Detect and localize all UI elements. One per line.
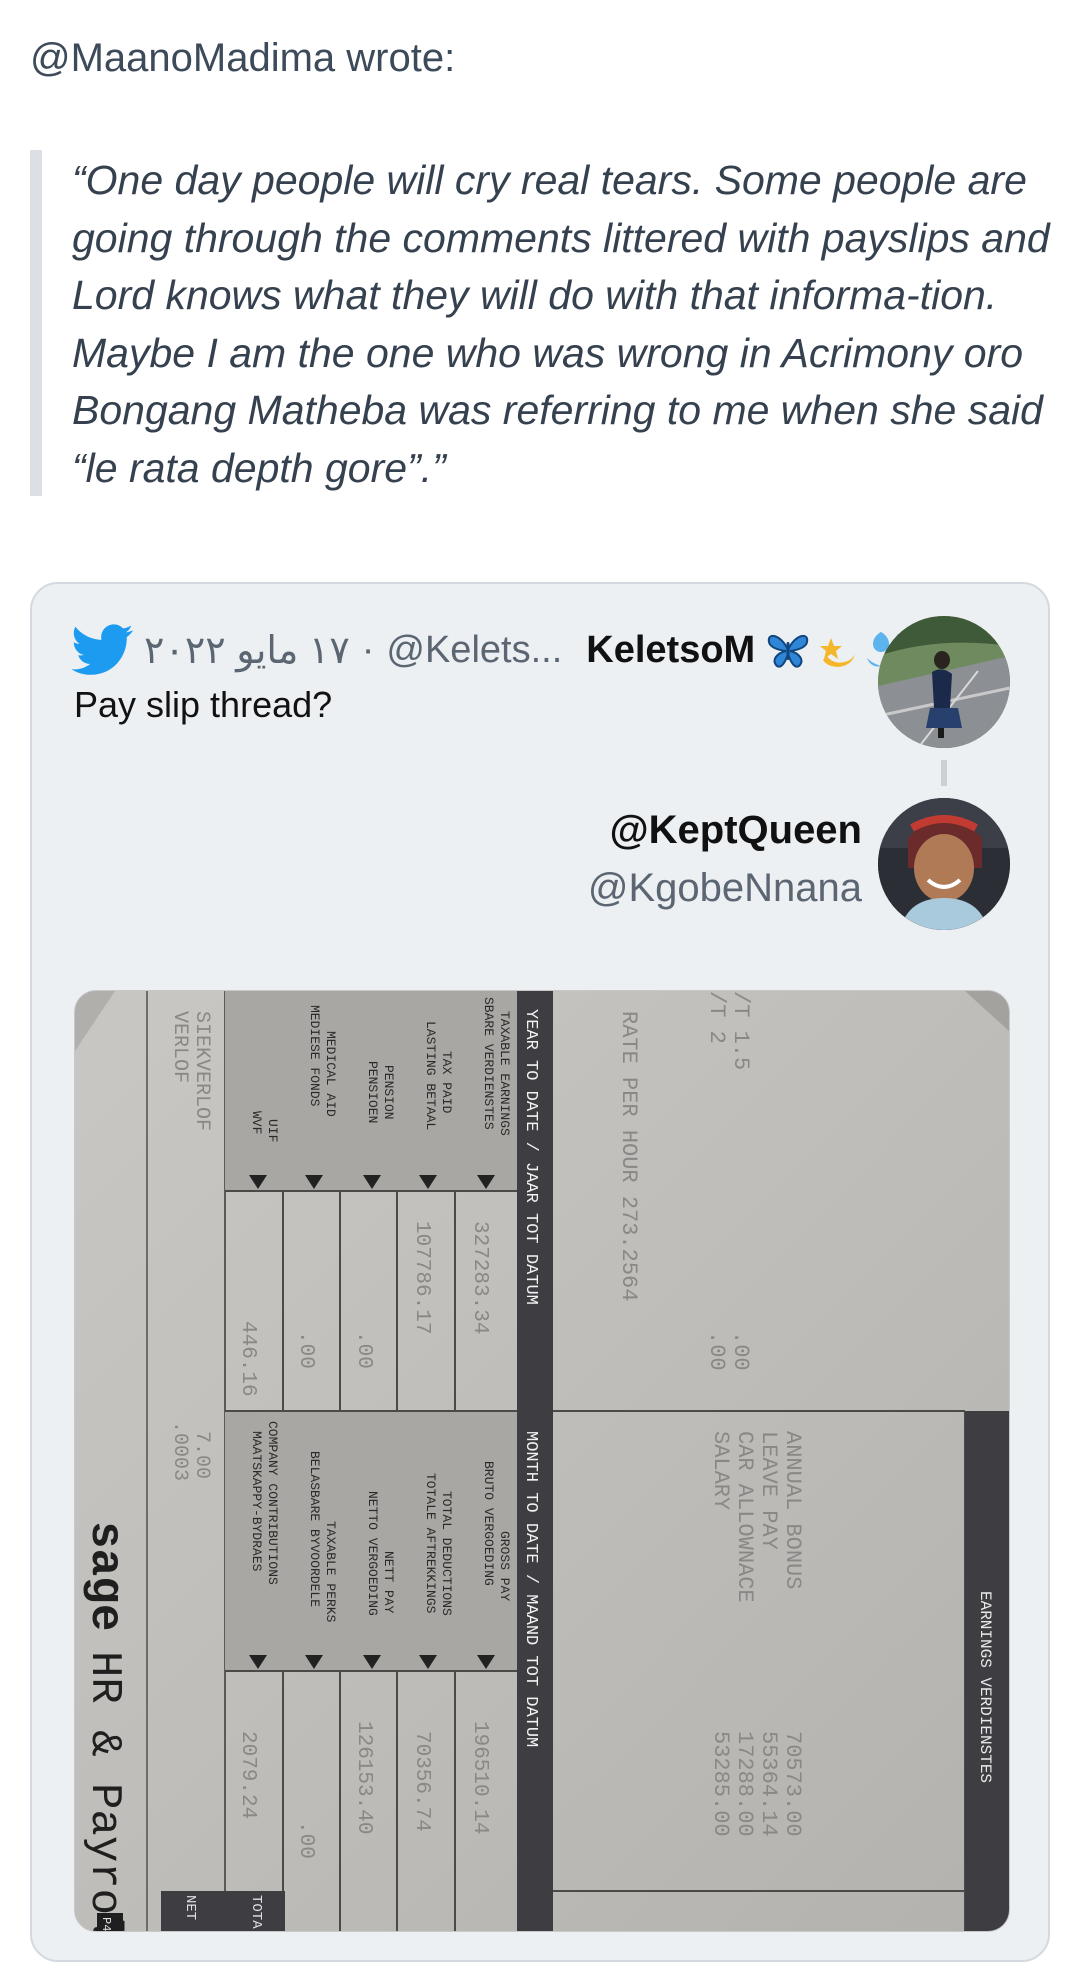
- mtd-label: BRUTO VERGOEDING: [481, 1461, 496, 1586]
- butterfly-icon: [768, 634, 809, 668]
- thread-connector: [941, 760, 947, 786]
- ytd-label: PENSIOEN: [365, 1061, 380, 1123]
- mtd-value: 196510.14: [468, 1721, 491, 1834]
- ytd-value: .00: [352, 1331, 375, 1369]
- quote-text: “One day people will cry real tears. Som…: [72, 157, 1050, 491]
- reply-handle[interactable]: @KgobeNnana: [588, 866, 862, 911]
- sick-leave-label: SIEKVERLOF: [190, 1011, 213, 1131]
- ytd-label: WVF: [249, 1111, 264, 1134]
- sage-logo: sage: [79, 1521, 131, 1631]
- ot-value-1: .00: [728, 1331, 753, 1371]
- earning-value: 17288.00: [732, 1731, 757, 1837]
- ytd-label: TAXABLE EARNINGS: [497, 1011, 512, 1136]
- earnings-header: EARNINGS VERDIENSTES: [976, 1591, 994, 1783]
- sage-logo-rest: HR & Payroll: [79, 1651, 129, 1931]
- reply-avatar[interactable]: [878, 798, 1010, 930]
- author-avatar[interactable]: [878, 616, 1010, 748]
- avatar-photo: [878, 798, 1010, 930]
- ytd-value: 327283.34: [468, 1221, 491, 1334]
- mtd-label: BELASBARE BYVOORDELE: [307, 1451, 322, 1607]
- ytd-label: PENSION: [381, 1065, 396, 1120]
- ot-value-2: .00: [704, 1331, 729, 1371]
- ytd-header: YEAR TO DATE / JAAR TOT DATUM: [521, 1009, 540, 1305]
- ytd-label: TAX PAID: [439, 1051, 454, 1114]
- p4-badge: P4: [99, 1917, 113, 1931]
- dizzy-star-icon: [820, 638, 856, 667]
- payslip-image: YEAR TO DATE / JAAR TOT DATUM MONTH TO D…: [75, 991, 1009, 1931]
- mtd-header: MONTH TO DATE / MAAND TOT DATUM: [521, 1431, 540, 1747]
- author-name[interactable]: KeletsoM: [586, 629, 755, 672]
- ytd-label: SBARE VERDIENSTES: [481, 997, 496, 1130]
- author-handle[interactable]: @Kelets...: [386, 629, 562, 672]
- ot-2: /T 2: [704, 991, 729, 1044]
- earning-value: 55364.14: [756, 1731, 781, 1837]
- blockquote: “One day people will cry real tears. Som…: [30, 150, 1050, 496]
- mtd-label: TOTAL DEDUCTIONS: [439, 1491, 454, 1616]
- mtd-value: 2079.24: [236, 1731, 259, 1819]
- ytd-label: MEDIESE FONDS: [307, 1005, 322, 1107]
- mtd-value: 126153.40: [352, 1721, 375, 1834]
- ytd-label: LASTING BETAAL: [423, 1021, 438, 1130]
- net-label: NET: [182, 1895, 198, 1920]
- ytd-value: 446.16: [236, 1321, 259, 1397]
- separator-dot: ·: [361, 628, 375, 671]
- tweet-date[interactable]: ١٧ مايو ٢٠٢٢: [144, 628, 350, 673]
- earning-label: CAR ALLOWNACE: [732, 1431, 757, 1603]
- quote-author-line: @MaanoMadima wrote:: [30, 36, 456, 80]
- ytd-value: .00: [294, 1331, 317, 1369]
- reply-name[interactable]: @KeptQueen: [610, 808, 862, 853]
- mtd-label: COMPANY CONTRIBUTIONS: [265, 1421, 280, 1585]
- avatar-photo: [878, 616, 1010, 748]
- ytd-label: MEDICAL AID: [323, 1031, 338, 1117]
- sick-leave-value: .0003: [168, 1421, 191, 1481]
- earning-label: LEAVE PAY: [756, 1431, 781, 1550]
- embedded-tweet-card[interactable]: ١٧ مايو ٢٠٢٢ · @Kelets... KeletsoM Pay s…: [30, 582, 1050, 1962]
- mtd-label: TAXABLE PERKS: [323, 1521, 338, 1623]
- mtd-label: NETT PAY: [381, 1551, 396, 1614]
- payslip-photo[interactable]: YEAR TO DATE / JAAR TOT DATUM MONTH TO D…: [74, 990, 1010, 1932]
- mtd-label: NETTO VERGOEDING: [365, 1491, 380, 1616]
- mtd-value: .00: [294, 1821, 317, 1859]
- mtd-label: GROSS PAY: [497, 1531, 512, 1601]
- ytd-value: 107786.17: [410, 1221, 433, 1334]
- earning-value: 53285.00: [708, 1731, 733, 1837]
- ot-1: /T 1.5: [728, 991, 753, 1070]
- tot-label: TOTA: [248, 1895, 264, 1929]
- sick-leave-label: VERLOF: [168, 1011, 191, 1083]
- earning-value: 70573.00: [780, 1731, 805, 1837]
- ytd-label: UIF: [265, 1119, 280, 1142]
- mtd-label: TOTALE AFTREKKINGS: [423, 1473, 438, 1614]
- earning-label: ANNUAL BONUS: [780, 1431, 805, 1589]
- tweet-header: ١٧ مايو ٢٠٢٢ · @Kelets... KeletsoM: [72, 620, 905, 680]
- twitter-bird-icon[interactable]: [72, 624, 134, 676]
- rate-per-hour: RATE PER HOUR 273.2564: [616, 1011, 641, 1301]
- mtd-label: MAATSKAPPY-BYDRAES: [249, 1431, 264, 1572]
- earning-label: SALARY: [708, 1431, 733, 1510]
- sick-leave-value: 7.00: [190, 1431, 213, 1479]
- mtd-value: 70356.74: [410, 1731, 433, 1832]
- tweet-text: Pay slip thread?: [74, 684, 333, 725]
